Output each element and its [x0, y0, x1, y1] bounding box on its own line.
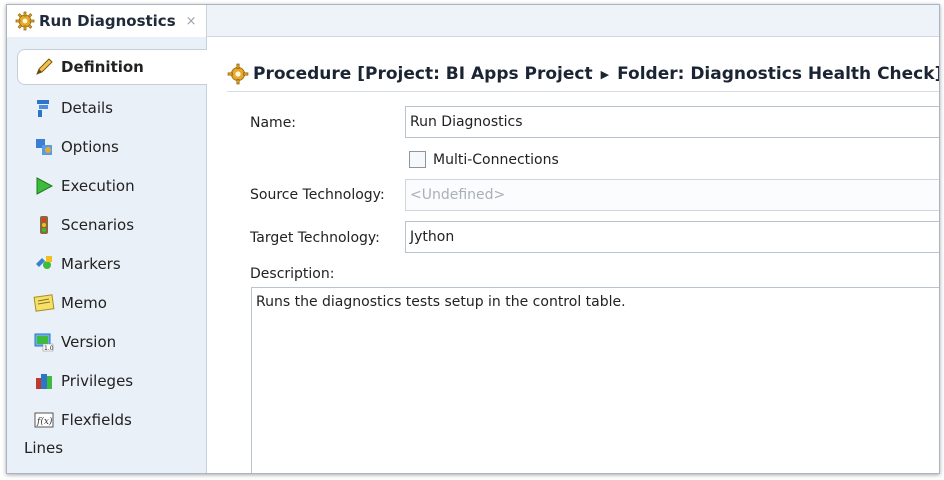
options-icon: [36, 138, 52, 155]
breadcrumb-arrow-icon: ▶: [600, 67, 610, 81]
editor-tab-strip: Run Diagnostics ×: [7, 5, 939, 37]
sidebar-item-label: Version: [61, 332, 117, 351]
memo-icon: [33, 293, 55, 312]
pencil-icon: [36, 58, 53, 75]
run-diagnostics-tab[interactable]: Run Diagnostics ×: [7, 5, 207, 37]
page-title: Procedure [Project: BI Apps Project ▶ Fo…: [227, 63, 940, 85]
source-technology-label: Source Technology:: [250, 187, 385, 203]
gear-icon: [15, 11, 35, 31]
sidebar-item-label: Options: [61, 137, 119, 156]
description-textarea[interactable]: Runs the diagnostics tests setup in the …: [251, 287, 939, 473]
sidebar-item-memo[interactable]: Memo: [7, 283, 207, 322]
lines-section-label[interactable]: Lines: [24, 439, 63, 457]
multi-connections-label: Multi-Connections: [433, 151, 559, 168]
description-label: Description:: [250, 266, 335, 282]
sidebar-item-version[interactable]: 1.0 Version: [7, 322, 207, 361]
sidebar-item-label: Execution: [61, 176, 135, 195]
sidebar-item-label: Flexfields: [61, 410, 132, 429]
sidebar-item-label: Definition: [61, 58, 144, 76]
header-prefix: Procedure [Project: BI Apps Project: [253, 64, 593, 84]
name-input[interactable]: Run Diagnostics: [405, 106, 939, 138]
sidebar-item-flexfields[interactable]: f(x) Flexfields: [7, 400, 207, 439]
play-icon: [36, 176, 54, 195]
sidebar-item-label: Memo: [61, 293, 107, 312]
tab-title: Run Diagnostics: [39, 12, 176, 30]
sidebar-item-details[interactable]: Details: [7, 88, 207, 127]
name-label: Name:: [250, 115, 297, 131]
flexfields-icon: f(x): [34, 412, 54, 427]
version-icon: 1.0: [34, 333, 54, 352]
sidebar-item-execution[interactable]: Execution: [7, 166, 207, 205]
multi-connections-row: Multi-Connections: [409, 151, 559, 168]
header-divider: [227, 91, 939, 92]
target-technology-select[interactable]: Jython: [405, 221, 939, 253]
sidebar-item-label: Privileges: [61, 371, 134, 390]
sidebar-nav: Definition Details Options Execution Sce…: [7, 37, 211, 473]
details-icon: [37, 99, 49, 117]
close-icon[interactable]: ×: [186, 14, 197, 29]
multi-connections-checkbox[interactable]: [409, 151, 426, 168]
sidebar-item-scenarios[interactable]: Scenarios: [7, 205, 207, 244]
sidebar-item-definition[interactable]: Definition: [17, 49, 211, 85]
markers-icon: [36, 255, 52, 269]
gear-icon: [227, 63, 249, 85]
svg-text:f(x): f(x): [36, 416, 53, 427]
sidebar-item-options[interactable]: Options: [7, 127, 207, 166]
sidebar-item-markers[interactable]: Markers: [7, 244, 207, 283]
sidebar-item-label: Markers: [61, 254, 121, 273]
sidebar-item-label: Details: [61, 98, 114, 117]
svg-text:1.0: 1.0: [44, 345, 54, 352]
header-suffix: Folder: Diagnostics Health Check]: [617, 64, 940, 84]
sidebar-item-privileges[interactable]: Privileges: [7, 361, 207, 400]
definition-panel: Procedure [Project: BI Apps Project ▶ Fo…: [207, 37, 940, 473]
traffic-light-icon: [40, 215, 48, 234]
sidebar-item-label: Scenarios: [61, 215, 135, 234]
source-technology-select[interactable]: <Undefined>: [405, 179, 939, 211]
privileges-icon: [36, 373, 52, 389]
procedure-editor-window: Run Diagnostics × Definition Details Opt…: [6, 4, 940, 474]
target-technology-label: Target Technology:: [250, 230, 380, 246]
